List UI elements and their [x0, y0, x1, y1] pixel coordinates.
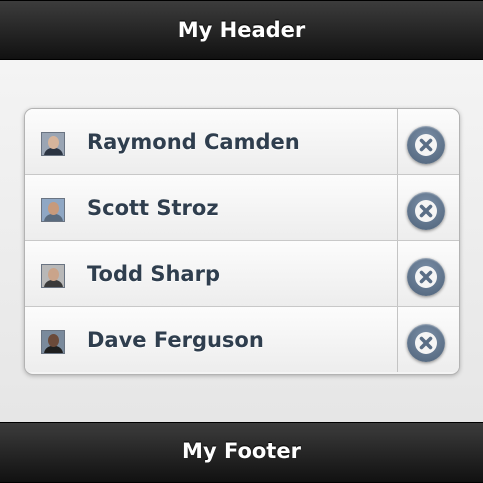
delete-button[interactable]: [407, 258, 445, 296]
delete-icon: [419, 270, 433, 284]
delete-button[interactable]: [407, 324, 445, 362]
avatar: [41, 132, 65, 156]
list-item-link[interactable]: Raymond Camden: [25, 109, 397, 174]
avatar: [41, 330, 65, 354]
contact-name: Raymond Camden: [87, 130, 300, 154]
contact-list: Raymond Camden Scott Stroz Todd Sharp Da…: [24, 108, 460, 375]
header-bar: My Header: [0, 0, 483, 60]
delete-split: [397, 109, 459, 174]
header-title: My Header: [177, 18, 306, 42]
list-item-link[interactable]: Scott Stroz: [25, 175, 397, 240]
contact-name: Dave Ferguson: [87, 328, 264, 352]
list-item: Raymond Camden: [25, 109, 459, 175]
list-item: Todd Sharp: [25, 241, 459, 307]
footer-title: My Footer: [182, 439, 301, 463]
avatar: [41, 198, 65, 222]
list-item: Scott Stroz: [25, 175, 459, 241]
list-item: Dave Ferguson: [25, 307, 459, 372]
avatar: [41, 264, 65, 288]
content-area: Raymond Camden Scott Stroz Todd Sharp Da…: [0, 60, 483, 422]
delete-button[interactable]: [407, 192, 445, 230]
delete-icon: [419, 336, 433, 350]
contact-name: Todd Sharp: [87, 262, 220, 286]
contact-name: Scott Stroz: [87, 196, 219, 220]
delete-split: [397, 175, 459, 240]
footer-bar: My Footer: [0, 422, 483, 483]
delete-icon: [419, 138, 433, 152]
delete-split: [397, 307, 459, 372]
list-item-link[interactable]: Todd Sharp: [25, 241, 397, 306]
delete-icon: [419, 204, 433, 218]
delete-split: [397, 241, 459, 306]
list-item-link[interactable]: Dave Ferguson: [25, 307, 397, 372]
delete-button[interactable]: [407, 126, 445, 164]
